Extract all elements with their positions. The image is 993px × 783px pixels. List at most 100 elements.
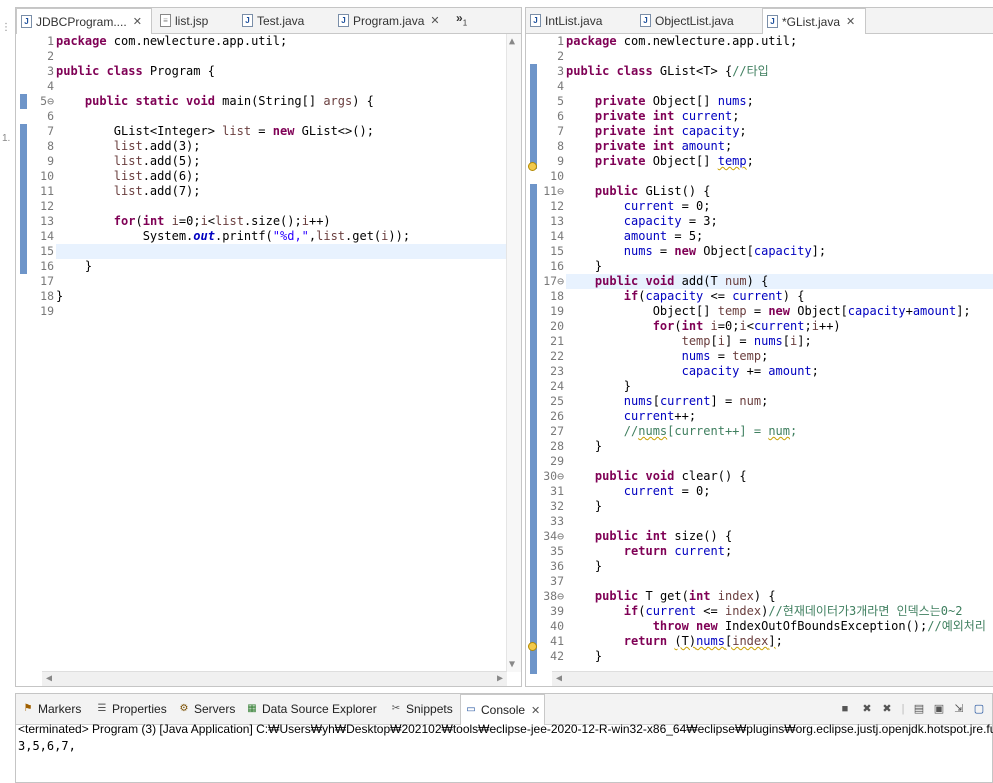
code-line[interactable]: temp[i] = nums[i]; xyxy=(566,334,812,349)
code-line[interactable]: current = 0; xyxy=(566,484,711,499)
code-line[interactable]: } xyxy=(566,259,602,274)
close-icon[interactable]: ✕ xyxy=(430,14,439,27)
right-code-area[interactable]: package com.newlecture.app.util; public c… xyxy=(566,34,993,672)
code-line[interactable]: package com.newlecture.app.util; xyxy=(56,34,287,49)
code-line[interactable]: private int capacity; xyxy=(566,124,747,139)
scroll-right-icon[interactable]: ▶ xyxy=(497,673,503,684)
scroll-down-icon[interactable]: ▼ xyxy=(509,659,515,670)
code-line[interactable]: private Object[] temp; xyxy=(566,154,754,169)
code-line[interactable]: public GList() { xyxy=(566,184,711,199)
code-line[interactable]: if(current <= index)//현재데이터가3개라면 인덱스는0~2 xyxy=(566,604,963,619)
left-horizontal-scrollbar[interactable]: ◀ ▶ xyxy=(42,671,507,686)
tab-data-source-explorer[interactable]: ▦ Data Source Explorer xyxy=(242,694,381,724)
warning-bulb-icon[interactable] xyxy=(528,642,537,651)
code-line[interactable]: nums = temp; xyxy=(566,349,769,364)
scroll-left-icon[interactable]: ◀ xyxy=(556,673,562,684)
code-line[interactable]: public class Program { xyxy=(56,64,215,79)
scroll-lock-icon[interactable]: ▣ xyxy=(932,702,946,716)
tab-servers[interactable]: ⚙ Servers xyxy=(174,694,239,724)
code-line[interactable]: private Object[] nums; xyxy=(566,94,754,109)
code-line[interactable]: amount = 5; xyxy=(566,229,703,244)
ruler-mark-icon: 1. xyxy=(2,133,11,144)
code-line[interactable]: capacity = 3; xyxy=(566,214,718,229)
line-number: 21 xyxy=(550,334,564,348)
java-file-icon: J xyxy=(21,15,32,28)
line-number: 39 xyxy=(550,604,564,618)
code-line[interactable]: current = 0; xyxy=(566,199,711,214)
line-number: 19 xyxy=(550,304,564,318)
code-line[interactable]: for(int i=0;i<current;i++) xyxy=(566,319,841,334)
code-line[interactable]: } xyxy=(566,379,631,394)
code-line[interactable]: Object[] temp = new Object[capacity+amou… xyxy=(566,304,971,319)
line-number: 16 xyxy=(40,259,54,273)
code-line[interactable]: } xyxy=(56,259,92,274)
terminate-icon[interactable]: ■ xyxy=(838,702,852,716)
remove-launch-icon[interactable]: ✖ xyxy=(860,702,874,716)
word-wrap-icon[interactable]: ⇲ xyxy=(952,702,966,716)
code-line[interactable]: current++; xyxy=(566,409,696,424)
line-number: 40 xyxy=(550,619,564,633)
tab-list-jsp[interactable]: ≡ list.jsp xyxy=(156,8,236,33)
scroll-left-icon[interactable]: ◀ xyxy=(46,673,52,684)
code-line[interactable]: list.add(7); xyxy=(56,184,201,199)
tab-objectlist-java[interactable]: J ObjectList.java xyxy=(636,8,760,33)
collapse-icon[interactable]: ⋮ xyxy=(1,22,11,33)
code-line[interactable]: list.add(5); xyxy=(56,154,201,169)
clear-console-icon[interactable]: ▤ xyxy=(912,702,926,716)
code-line[interactable]: list.add(3); xyxy=(56,139,201,154)
scroll-up-icon[interactable]: ▲ xyxy=(509,36,515,47)
close-icon[interactable]: ✕ xyxy=(133,15,142,28)
code-line[interactable]: if(capacity <= current) { xyxy=(566,289,805,304)
code-line[interactable]: private int amount; xyxy=(566,139,732,154)
code-line[interactable]: public static void main(String[] args) { xyxy=(56,94,374,109)
code-line[interactable]: for(int i=0;i<list.size();i++) xyxy=(56,214,331,229)
left-code-editor[interactable]: 1 2 3 4 5⊖ 6 7 8 9 10 11 12 13 14 15 16 17 18 19 package c… xyxy=(16,34,521,686)
code-line[interactable]: System.out.printf("%d,",list.get(i)); xyxy=(56,229,410,244)
code-line[interactable]: } xyxy=(566,499,602,514)
tab-properties[interactable]: ☰ Properties xyxy=(92,694,171,724)
line-number: 19 xyxy=(40,304,54,318)
code-line[interactable]: //nums[current++] = num; xyxy=(566,424,797,439)
tab-glist-java[interactable]: J *GList.java ✕ xyxy=(762,8,866,34)
line-number: 17 xyxy=(40,274,54,288)
line-number: 1 xyxy=(557,34,564,48)
line-number: 38⊖ xyxy=(543,589,564,603)
close-icon[interactable]: ✕ xyxy=(531,704,540,717)
code-line[interactable]: public void clear() { xyxy=(566,469,747,484)
right-horizontal-scrollbar[interactable]: ◀ xyxy=(552,671,993,686)
tab-intlist-java[interactable]: J IntList.java xyxy=(526,8,632,33)
code-line[interactable]: GList<Integer> list = new GList<>(); xyxy=(56,124,374,139)
code-line[interactable]: } xyxy=(56,289,63,304)
line-number: 9 xyxy=(557,154,564,168)
warning-bulb-icon[interactable] xyxy=(528,162,537,171)
code-line[interactable]: public class GList<T> {//타입 xyxy=(566,64,769,79)
code-line[interactable]: return current; xyxy=(566,544,732,559)
code-line[interactable]: nums = new Object[capacity]; xyxy=(566,244,826,259)
code-line[interactable]: private int current; xyxy=(566,109,740,124)
left-vertical-scrollbar[interactable]: ▲ ▼ xyxy=(506,34,521,672)
code-line[interactable]: throw new IndexOutOfBoundsException();//… xyxy=(566,619,986,634)
tab-markers[interactable]: ⚑ Markers xyxy=(18,694,85,724)
tab-program-java[interactable]: J Program.java ✕ xyxy=(334,8,454,33)
tab-test-java[interactable]: J Test.java xyxy=(238,8,330,33)
code-line[interactable]: capacity += amount; xyxy=(566,364,819,379)
tab-overflow-button[interactable]: »1 xyxy=(456,11,467,27)
code-line[interactable]: nums[current] = num; xyxy=(566,394,769,409)
tab-jdbcprogram[interactable]: J JDBCProgram.... ✕ xyxy=(16,8,152,34)
code-line[interactable]: package com.newlecture.app.util; xyxy=(566,34,797,49)
code-line[interactable]: public int size() { xyxy=(566,529,732,544)
code-line[interactable]: list.add(6); xyxy=(56,169,201,184)
remove-all-terminated-icon[interactable]: ✖ xyxy=(880,702,894,716)
right-code-editor[interactable]: 1 2 3 4 5 6 7 8 9 10 11⊖ 12 13 14 15 16 17⊖ 18 19 20 21 22 23 2… xyxy=(526,34,993,686)
code-line[interactable]: public void add(T num) { xyxy=(566,274,768,289)
code-line[interactable]: return (T)nums[index]; xyxy=(566,634,783,649)
code-line[interactable]: } xyxy=(566,559,602,574)
left-code-area[interactable]: package com.newlecture.app.util; public c… xyxy=(56,34,521,672)
tab-snippets[interactable]: ✂ Snippets xyxy=(386,694,457,724)
code-line[interactable]: } xyxy=(566,439,602,454)
code-line[interactable]: } xyxy=(566,649,602,664)
tab-console[interactable]: ▭ Console ✕ xyxy=(460,694,546,725)
pin-console-icon[interactable]: ▢ xyxy=(972,702,986,716)
close-icon[interactable]: ✕ xyxy=(846,15,855,28)
code-line[interactable]: public T get(int index) { xyxy=(566,589,776,604)
